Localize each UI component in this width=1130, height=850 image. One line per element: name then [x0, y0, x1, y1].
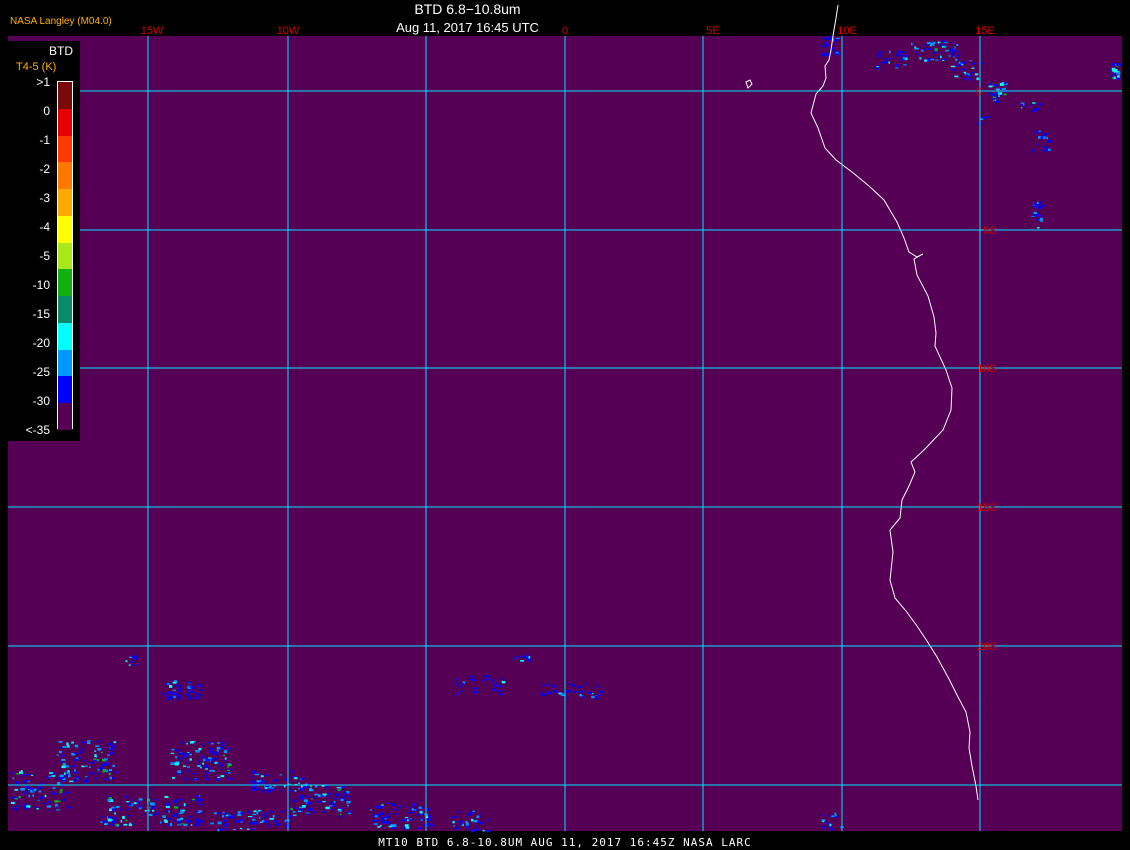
legend-swatch — [58, 189, 72, 217]
legend-label: -5 — [39, 249, 50, 263]
latitude-label: 15S — [977, 502, 997, 514]
legend-swatch — [58, 376, 72, 404]
latitude-label: 10S — [977, 363, 997, 375]
legend-swatch — [58, 215, 72, 244]
legend-title: BTD — [49, 44, 73, 58]
legend-color-scale — [57, 81, 73, 431]
color-legend: BTD T4-5 (K) >1 0 -1 -2 -3 -4 -5 -10 -15 -20 -25 -3… — [8, 41, 80, 441]
legend-label: >1 — [36, 75, 50, 89]
btd-satellite-map: 15W 10W 0 5E 10E 15E 05S10S15S20S — [8, 4, 1122, 833]
latitude-label: 0 — [976, 86, 982, 98]
legend-swatch — [58, 403, 72, 431]
legend-unit: T4-5 (K) — [16, 61, 57, 73]
legend-swatch — [58, 108, 72, 137]
legend-label: <-35 — [25, 423, 50, 437]
legend-label: -2 — [39, 162, 50, 176]
image-title: BTD 6.8−10.8um — [414, 1, 521, 17]
legend-label: -1 — [39, 133, 50, 147]
legend-swatch — [58, 349, 72, 377]
legend-label: -25 — [32, 365, 50, 379]
image-timestamp: Aug 11, 2017 16:45 UTC — [396, 20, 539, 35]
legend-swatch — [58, 162, 72, 190]
longitude-label: 15E — [975, 25, 995, 37]
producer-label: NASA Langley (M04.0) — [10, 16, 112, 27]
image-footer: MT10 BTD 6.8-10.8UM AUG 11, 2017 16:45Z … — [378, 836, 752, 849]
legend-swatch — [58, 322, 72, 351]
legend-label: 0 — [43, 104, 50, 118]
legend-label: -20 — [32, 336, 50, 350]
legend-swatch — [58, 82, 72, 110]
legend-swatch — [58, 296, 72, 324]
legend-swatch — [58, 269, 72, 297]
legend-label: -4 — [39, 220, 50, 234]
latitude-label: 5S — [983, 225, 996, 237]
legend-label: -15 — [32, 307, 50, 321]
latitude-label: 20S — [977, 641, 997, 653]
legend-label: -10 — [32, 278, 50, 292]
legend-swatch — [58, 242, 72, 270]
legend-swatch — [58, 135, 72, 163]
legend-label: -3 — [39, 191, 50, 205]
legend-label: -30 — [32, 394, 50, 408]
